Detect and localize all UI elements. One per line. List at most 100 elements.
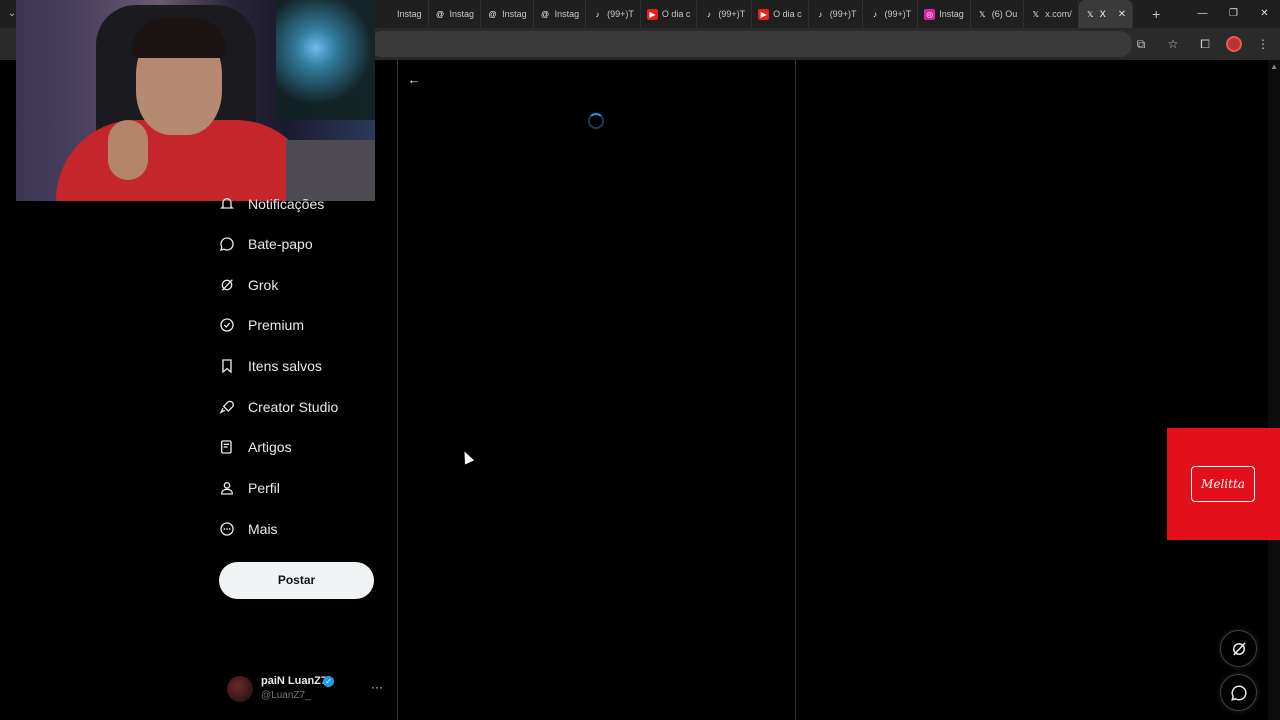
webcam-overlay	[16, 0, 375, 201]
youtube-favicon-icon: ▶	[758, 8, 770, 20]
browser-tab[interactable]: ◎ Instag	[918, 0, 971, 28]
articles-icon	[219, 439, 235, 455]
none-favicon-icon	[382, 9, 393, 20]
browser-tab[interactable]: @ Instag	[429, 0, 482, 28]
youtube-favicon-icon: ▶	[646, 8, 658, 20]
star-icon[interactable]: ☆	[1162, 33, 1184, 55]
more-circle-icon	[219, 521, 235, 537]
mouse-cursor-icon	[459, 449, 475, 465]
browser-tab[interactable]: @ Instag	[534, 0, 587, 28]
sidebar-item-label: Bate-papo	[248, 236, 313, 252]
restore-button[interactable]: ❐	[1218, 0, 1249, 28]
tiktok-favicon-icon: ♪	[595, 9, 600, 19]
x-favicon-icon: 𝕏	[979, 9, 986, 19]
tab-label: O dia c	[661, 9, 691, 19]
browser-tab[interactable]: 𝕏 X ✕	[1078, 0, 1134, 28]
browser-tab[interactable]: ♪ (99+)T	[697, 0, 753, 28]
browser-tab[interactable]: ♪ (99+)T	[586, 0, 641, 28]
webcam-hand	[108, 120, 148, 180]
avatar	[227, 676, 253, 702]
tab-label: Instag	[397, 9, 422, 19]
browser-tab[interactable]: ▶ O dia c	[641, 0, 698, 28]
extensions-icon[interactable]: ⧠	[1194, 33, 1216, 55]
tab-label: (99+)T	[884, 9, 912, 19]
screen: ⌄ Instag @ Instag @ Instag @ Instag ♪ (99+)T ▶ O d…	[0, 0, 1280, 720]
tab-label: X	[1099, 9, 1106, 19]
column-divider	[795, 60, 796, 720]
webcam-neon-wall	[276, 0, 375, 120]
person-icon	[219, 480, 235, 496]
back-arrow-icon[interactable]: ←	[404, 70, 424, 90]
tab-list: Instag @ Instag @ Instag @ Instag ♪ (99+)T ▶ O dia…	[376, 0, 1167, 28]
page-scrollbar[interactable]	[1268, 60, 1280, 720]
browser-tab[interactable]: 𝕏x.com/	[1024, 0, 1079, 28]
instagram-favicon-icon: ◎	[924, 8, 936, 20]
tab-label: (99+)T	[829, 9, 857, 19]
premium-icon	[219, 317, 235, 333]
browser-tab[interactable]: Instag	[376, 0, 429, 28]
threads-favicon-icon: @	[435, 9, 445, 19]
sidebar-item-notificações[interactable]: Notificações	[219, 189, 389, 219]
tab-label: Instag	[449, 9, 475, 19]
browser-tab[interactable]: @ Instag	[481, 0, 534, 28]
threads-favicon-icon: @	[541, 9, 550, 19]
webcam-hair	[132, 18, 226, 58]
post-button[interactable]: Postar	[219, 562, 374, 599]
account-more-icon[interactable]: ···	[371, 680, 383, 694]
scroll-up-arrow-icon[interactable]: ▲	[1270, 62, 1278, 71]
bell-icon	[219, 196, 235, 212]
rocket-icon	[219, 399, 235, 415]
tab-label: (99+)T	[718, 9, 746, 19]
close-window-button[interactable]: ✕	[1249, 0, 1280, 28]
grok-floating-button[interactable]	[1220, 630, 1257, 667]
sidebar-item-label: Notificações	[248, 196, 325, 212]
sidebar-item-artigos[interactable]: Artigos	[219, 432, 389, 462]
profile-avatar-icon[interactable]	[1226, 36, 1242, 52]
minimize-button[interactable]: —	[1187, 0, 1218, 28]
new-tab-button[interactable]: +	[1145, 3, 1167, 25]
browser-tab[interactable]: ♪ (99+)T	[863, 0, 919, 28]
account-switcher[interactable]: paiN LuanZ7 ✓ @LuanZ7_ ···	[227, 674, 387, 706]
browser-tab[interactable]: ▶ O dia c	[752, 0, 809, 28]
tab-label: (99+)T	[607, 9, 634, 19]
browser-tab[interactable]: ♪ (99+)T	[809, 0, 864, 28]
sidebar-item-label: Creator Studio	[248, 399, 339, 415]
tab-label: Instag	[939, 9, 964, 19]
sidebar-item-itens-salvos[interactable]: Itens salvos	[219, 351, 389, 381]
user-display-name: paiN LuanZ7	[261, 675, 328, 687]
threads-favicon-icon: @	[488, 9, 497, 19]
sidebar-item-mais[interactable]: Mais	[219, 514, 389, 544]
sidebar-item-label: Premium	[248, 317, 305, 333]
x-favicon-icon: 𝕏	[1032, 9, 1039, 19]
tab-label: Instag	[554, 9, 580, 19]
messages-floating-button[interactable]	[1220, 674, 1257, 711]
sidebar-item-label: Itens salvos	[248, 358, 322, 374]
sidebar-item-perfil[interactable]: Perfil	[219, 473, 389, 503]
tab-label: x.com/	[1045, 9, 1072, 19]
address-bar[interactable]	[370, 31, 1132, 57]
browser-menu-icon[interactable]: ⋮	[1252, 33, 1274, 55]
sidebar-item-label: Perfil	[248, 480, 280, 496]
sidebar-item-label: Grok	[248, 277, 279, 293]
sidebar-item-creator-studio[interactable]: Creator Studio	[219, 392, 389, 422]
tab-label: Instag	[502, 9, 527, 19]
x-favicon-icon: 𝕏	[1087, 9, 1094, 19]
loading-spinner-icon	[588, 113, 604, 129]
grok-icon	[1232, 641, 1246, 656]
window-controls: — ❐ ✕	[1187, 0, 1280, 28]
sidebar-item-bate-papo[interactable]: Bate-papo	[219, 229, 389, 259]
sponsor-overlay: Melitta	[1167, 428, 1280, 540]
tab-label: O dia c	[773, 9, 802, 19]
tiktok-favicon-icon: ♪	[818, 9, 823, 19]
sidebar-item-premium[interactable]: Premium	[219, 310, 389, 340]
sidebar-item-label: Mais	[248, 521, 278, 537]
verified-badge-icon: ✓	[323, 676, 334, 687]
tiktok-favicon-icon: ♪	[706, 9, 711, 19]
cast-icon[interactable]: ⧉	[1130, 33, 1152, 55]
chat-icon	[219, 236, 235, 252]
sidebar-item-label: Artigos	[248, 439, 292, 455]
sidebar-item-grok[interactable]: Grok	[219, 270, 389, 300]
browser-tab[interactable]: 𝕏 (6) Ou	[971, 0, 1025, 28]
melitta-logo: Melitta	[1191, 466, 1255, 502]
close-tab-icon[interactable]: ✕	[1118, 9, 1126, 20]
